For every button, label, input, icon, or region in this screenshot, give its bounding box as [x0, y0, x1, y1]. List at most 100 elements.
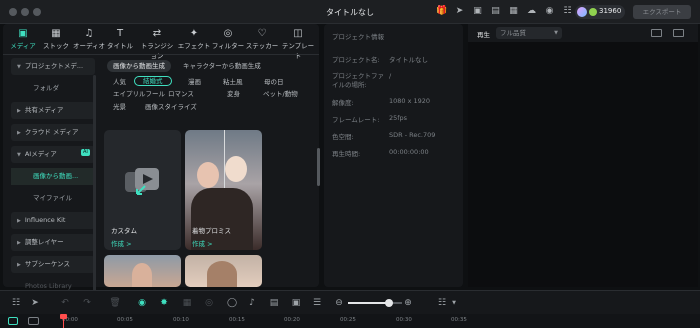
chip-clay[interactable]: 粘土風 — [219, 77, 247, 87]
zoom-out-icon[interactable]: ⊖ — [333, 297, 345, 309]
create-link[interactable]: 作成 > — [192, 238, 213, 248]
sidebar-item-image-to-video[interactable]: 画像から動画... — [11, 168, 95, 185]
link-icon[interactable] — [8, 317, 18, 325]
chip-popular[interactable]: 人気 — [109, 77, 130, 87]
screen-icon[interactable]: ▣ — [290, 297, 302, 309]
avatar — [577, 7, 587, 17]
chip-manga[interactable]: 漫画 — [184, 77, 205, 87]
effect-icon: ✦ — [189, 28, 199, 39]
timeline-ruler[interactable]: 00:00 00:05 00:10 00:15 00:20 00:25 00:3… — [0, 314, 700, 328]
template-card-custom[interactable]: カスタム 作成 > — [104, 130, 181, 250]
microphone-icon[interactable]: ♪ — [246, 297, 258, 309]
info-label: プロジェクトファイルの場所: — [332, 72, 384, 89]
sidebar-item-adjustment-layer[interactable]: ▶ 調整レイヤー — [11, 234, 95, 251]
auto-enhance-icon[interactable]: ✸ — [158, 297, 170, 309]
gift-icon[interactable]: 🎁 — [436, 6, 447, 17]
card-label: カスタム — [111, 227, 137, 235]
snapshot-icon[interactable] — [651, 29, 662, 37]
sidebar-item-my-files[interactable]: マイファイル — [11, 190, 95, 207]
chip-mothers-day[interactable]: 母の日 — [260, 77, 288, 87]
select-tool-icon[interactable]: ➤ — [29, 297, 41, 309]
tab-audio[interactable]: ♫ オーディオ — [72, 27, 106, 50]
tab-titles[interactable]: T タイトル — [103, 27, 137, 50]
chip-image-stylize[interactable]: 画像スタイライズ — [141, 102, 201, 112]
tab-character-to-video[interactable]: キャラクターから動画生成 — [177, 60, 267, 72]
title-icon: T — [116, 28, 124, 39]
tab-stock[interactable]: ▦ ストック — [39, 27, 73, 50]
save-icon[interactable]: ▦ — [508, 6, 519, 17]
headset-icon[interactable]: ◉ — [544, 6, 555, 17]
layout-icon[interactable]: ☷ — [10, 297, 22, 309]
credits-badge[interactable]: 31960 — [575, 5, 625, 19]
tab-image-to-video[interactable]: 画像から動画生成 — [107, 60, 171, 72]
template-card-kimono-promise[interactable]: 着物プロミス 作成 > — [185, 130, 262, 250]
chip-transform[interactable]: 変身 — [223, 89, 244, 99]
sidebar-item-project-media[interactable]: ▼ プロジェクトメデ... — [11, 58, 95, 75]
template-card-thumbnail[interactable] — [185, 255, 262, 287]
undo-icon[interactable]: ↶ — [59, 297, 71, 309]
media-icon: ▣ — [18, 28, 28, 39]
template-card-thumbnail[interactable] — [104, 255, 181, 287]
info-label: フレームレート: — [332, 116, 380, 124]
crop-icon[interactable]: ▦ — [181, 297, 193, 309]
ai-badge: AI — [81, 149, 90, 156]
preview-panel: 再生 フル品質 ▼ — [468, 24, 698, 287]
monitor-icon[interactable]: ▣ — [472, 6, 483, 17]
track-icon[interactable]: ☰ — [311, 297, 323, 309]
ruler-tick: 00:15 — [229, 317, 245, 323]
tab-effects[interactable]: ✦ エフェクト — [177, 27, 211, 50]
chevron-down-icon[interactable]: ▼ — [448, 297, 460, 309]
transition-icon: ⇄ — [152, 28, 162, 39]
chevron-down-icon: ▼ — [17, 152, 21, 158]
ai-tool-icon[interactable]: ◉ — [136, 297, 148, 309]
sidebar-item-folder[interactable]: フォルダ — [11, 80, 95, 97]
shield-icon[interactable]: ◯ — [226, 297, 238, 309]
credit-count: 31960 — [599, 7, 622, 15]
filter-icon: ◎ — [223, 28, 233, 39]
cloud-icon[interactable]: ☁ — [526, 6, 537, 17]
grid-view-icon[interactable]: ☷ — [436, 297, 448, 309]
create-link[interactable]: 作成 > — [111, 238, 132, 248]
sidebar-item-subsequence[interactable]: ▶ サブシーケンス — [11, 256, 95, 273]
character-face — [225, 156, 247, 182]
chip-scenery[interactable]: 光景 — [109, 102, 130, 112]
grid-icon[interactable]: ☷ — [562, 6, 573, 17]
redo-icon[interactable]: ↷ — [81, 297, 93, 309]
playhead-handle[interactable] — [60, 314, 67, 319]
text-to-speech-icon[interactable]: ▤ — [268, 297, 280, 309]
tab-transitions[interactable]: ⇄ トランジション — [140, 27, 174, 60]
delete-icon[interactable]: 🗑 — [109, 297, 121, 309]
info-label: 色空間: — [332, 133, 354, 141]
ruler-tick: 00:35 — [451, 317, 467, 323]
sticker-icon: ♡ — [257, 28, 267, 39]
export-button[interactable]: エクスポート — [633, 5, 691, 19]
zoom-slider-handle[interactable] — [384, 299, 393, 307]
sidebar-item-influence-kit[interactable]: ▶ Influence Kit — [11, 212, 95, 229]
tab-media[interactable]: ▣ メディア — [6, 27, 40, 50]
sidebar-item-shared-media[interactable]: ▶ 共有メディア — [11, 102, 95, 119]
content-scrollbar[interactable] — [317, 148, 320, 186]
sidebar-scrollbar[interactable] — [93, 75, 96, 305]
chip-wedding[interactable]: 結婚式 — [134, 76, 172, 86]
record-icon[interactable]: ◎ — [203, 297, 215, 309]
color-space-value: SDR - Rec.709 — [389, 131, 436, 139]
tab-filters[interactable]: ◎ フィルター — [211, 27, 245, 50]
chevron-down-icon: ▼ — [554, 30, 558, 36]
chip-romance[interactable]: ロマンス — [164, 89, 198, 99]
compare-icon[interactable] — [673, 29, 684, 37]
chip-april-fools[interactable]: エイプリルフール — [109, 89, 169, 99]
tab-stickers[interactable]: ♡ ステッカー — [245, 27, 279, 50]
sidebar-item-cloud-media[interactable]: ▶ クラウド メディア — [11, 124, 95, 141]
zoom-in-icon[interactable]: ⊕ — [402, 297, 414, 309]
sidebar-item-ai-media[interactable]: ▼ AIメディア AI — [11, 146, 95, 163]
info-label: プロジェクト名: — [332, 56, 380, 64]
tab-templates[interactable]: ◫ テンプレート — [281, 27, 315, 60]
media-library-panel: ▣ メディア ▦ ストック ♫ オーディオ T タイトル ⇄ トランジション ✦ エフェクト… — [3, 24, 320, 305]
quality-select[interactable]: フル品質 ▼ — [496, 27, 562, 39]
send-icon[interactable]: ➤ — [454, 6, 465, 17]
track-add-icon[interactable] — [28, 317, 39, 325]
ruler-tick: 00:25 — [340, 317, 356, 323]
project-name-value: タイトルなし — [389, 56, 428, 64]
chip-pets[interactable]: ペット/動物 — [259, 89, 302, 99]
image-icon[interactable]: ▤ — [490, 6, 501, 17]
